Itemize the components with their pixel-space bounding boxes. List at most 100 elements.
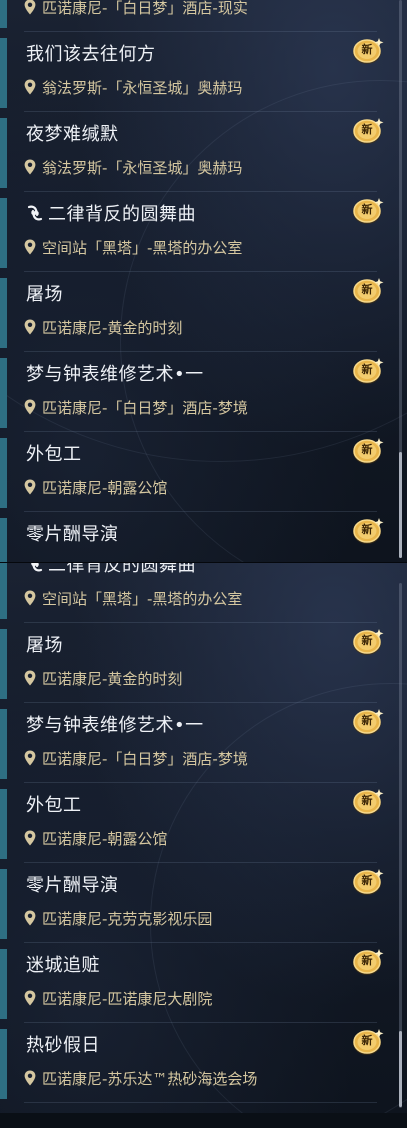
mission-location: 匹诺康尼-朝露公馆 bbox=[24, 479, 167, 497]
mission-row[interactable]: 我们该去往何方翁法罗斯-「永恒圣城」奥赫玛 新 bbox=[0, 32, 407, 112]
mission-list-top: 匹诺康尼-「白日梦」酒店-现实 我们该去往何方 翁法罗斯-「永恒圣城」奥赫玛新夜梦难… bbox=[0, 0, 407, 562]
mission-title: 零片酬导演 bbox=[26, 524, 119, 546]
new-badge-label: 新 bbox=[361, 283, 373, 296]
new-badge-label: 新 bbox=[361, 874, 373, 887]
new-badge-icon: 新 bbox=[350, 1027, 386, 1057]
mission-location: 匹诺康尼-黄金的时刻 bbox=[24, 670, 182, 688]
mission-title-text: 零片酬导演 bbox=[26, 875, 119, 896]
map-pin-icon bbox=[24, 830, 42, 848]
scrollbar-bottom[interactable] bbox=[399, 583, 402, 1108]
mission-location: 匹诺康尼-克劳克影视乐园 bbox=[24, 910, 212, 928]
mission-row[interactable]: 二律背反的圆舞曲空间站「黑塔」-黑塔的办公室 bbox=[0, 563, 407, 623]
mission-title-text: 我们该去往何方 bbox=[26, 44, 156, 65]
new-badge-icon: 新 bbox=[350, 276, 386, 306]
mission-location-text: 匹诺康尼-「白日梦」酒店-现实 bbox=[42, 0, 248, 17]
scrollbar-thumb-bottom[interactable] bbox=[399, 1031, 402, 1107]
row-accent-bar bbox=[0, 0, 7, 28]
new-badge-icon: 新 bbox=[350, 436, 386, 466]
row-accent-bar bbox=[0, 438, 7, 508]
mission-row[interactable]: 屠场匹诺康尼-黄金的时刻 新 bbox=[0, 272, 407, 352]
mission-location: 翁法罗斯-「永恒圣城」奥赫玛 bbox=[24, 79, 242, 97]
new-badge-icon: 新 bbox=[350, 707, 386, 737]
mission-row[interactable]: 热砂假日 匹诺康尼-苏乐达™热砂海选会场 新 bbox=[0, 1023, 407, 1103]
new-badge-icon: 新 bbox=[350, 196, 386, 226]
mission-title: 热砂假日 bbox=[26, 1035, 100, 1057]
map-pin-icon bbox=[24, 399, 42, 417]
row-accent-bar bbox=[0, 518, 7, 562]
mission-row[interactable]: 零片酬导演 新 bbox=[0, 512, 407, 562]
mission-row[interactable]: 屠场匹诺康尼-黄金的时刻 新 bbox=[0, 623, 407, 703]
mission-title-text: 迷城追赃 bbox=[26, 955, 100, 976]
row-accent-bar bbox=[0, 198, 7, 268]
mission-title: 梦与钟表维修艺术•一 bbox=[26, 364, 204, 386]
mission-title-text: 二律背反的圆舞曲 bbox=[48, 204, 196, 225]
mission-row[interactable]: 夜梦难缄默 翁法罗斯-「永恒圣城」奥赫玛 新 bbox=[0, 112, 407, 192]
mission-title: 迷城追赃 bbox=[26, 955, 100, 977]
map-pin-icon bbox=[24, 1070, 42, 1088]
mission-location-text: 匹诺康尼-「白日梦」酒店-梦境 bbox=[42, 750, 248, 768]
row-accent-bar bbox=[0, 358, 7, 428]
new-badge-label: 新 bbox=[361, 203, 373, 216]
mission-title-text: 屠场 bbox=[26, 635, 63, 656]
mission-row[interactable]: 二律背反的圆舞曲 空间站「黑塔」-黑塔的办公室 新 bbox=[0, 192, 407, 272]
map-pin-icon bbox=[24, 159, 42, 177]
mission-list-bottom: 二律背反的圆舞曲 空间站「黑塔」-黑塔的办公室 屠场 匹诺康尼-黄金的时刻新梦与钟表维… bbox=[0, 563, 407, 1103]
bottom-strip bbox=[0, 1113, 407, 1128]
new-badge-icon: 新 bbox=[350, 787, 386, 817]
row-accent-bar bbox=[0, 563, 7, 619]
row-accent-bar bbox=[0, 38, 7, 108]
mission-location: 匹诺康尼-朝露公馆 bbox=[24, 830, 167, 848]
mission-title-text: 屠场 bbox=[26, 284, 63, 305]
mission-location-text: 匹诺康尼-匹诺康尼大剧院 bbox=[42, 990, 213, 1008]
mission-title: 我们该去往何方 bbox=[26, 44, 156, 66]
mission-title: 屠场 bbox=[26, 284, 63, 306]
new-badge-label: 新 bbox=[361, 43, 373, 56]
map-pin-icon bbox=[24, 910, 42, 928]
new-badge-label: 新 bbox=[361, 123, 373, 136]
mission-row[interactable]: 迷城追赃匹诺康尼-匹诺康尼大剧院 新 bbox=[0, 943, 407, 1023]
mission-title: 外包工 bbox=[26, 444, 82, 466]
mission-location: 空间站「黑塔」-黑塔的办公室 bbox=[24, 590, 242, 608]
map-pin-icon bbox=[24, 670, 42, 688]
mission-location-text: 匹诺康尼-黄金的时刻 bbox=[42, 319, 183, 337]
mission-location: 匹诺康尼-「白日梦」酒店-现实 bbox=[24, 0, 248, 17]
scrollbar-thumb-top[interactable] bbox=[399, 452, 402, 558]
mission-location-text: 匹诺康尼-朝露公馆 bbox=[42, 830, 168, 848]
mission-row[interactable]: 梦与钟表维修艺术•一匹诺康尼-「白日梦」酒店-梦境 新 bbox=[0, 352, 407, 432]
mission-title-text: 零片酬导演 bbox=[26, 524, 119, 545]
row-accent-bar bbox=[0, 118, 7, 188]
mission-location-text: 匹诺康尼-黄金的时刻 bbox=[42, 670, 183, 688]
mission-title: 零片酬导演 bbox=[26, 875, 119, 897]
mission-row[interactable]: 匹诺康尼-「白日梦」酒店-现实 bbox=[0, 0, 407, 32]
mission-row[interactable]: 外包工匹诺康尼-朝露公馆 新 bbox=[0, 783, 407, 863]
new-badge-label: 新 bbox=[361, 954, 373, 967]
mission-title-text: 二律背反的圆舞曲 bbox=[48, 563, 196, 576]
mission-title-text: 梦与钟表维修艺术•一 bbox=[26, 364, 204, 385]
row-accent-bar bbox=[0, 278, 7, 348]
new-badge-icon: 新 bbox=[350, 867, 386, 897]
mission-row[interactable]: 梦与钟表维修艺术•一 匹诺康尼-「白日梦」酒店-梦境 新 bbox=[0, 703, 407, 783]
mission-list-panel-bottom: 二律背反的圆舞曲 空间站「黑塔」-黑塔的办公室 屠场 匹诺康尼-黄金的时刻新梦与钟表维… bbox=[0, 563, 407, 1113]
map-pin-icon bbox=[24, 319, 42, 337]
mission-location-text: 翁法罗斯-「永恒圣城」奥赫玛 bbox=[42, 159, 243, 177]
mission-location-text: 空间站「黑塔」-黑塔的办公室 bbox=[42, 590, 243, 608]
mission-location-text: 匹诺康尼-「白日梦」酒店-梦境 bbox=[42, 399, 248, 417]
mission-location: 匹诺康尼-匹诺康尼大剧院 bbox=[24, 990, 212, 1008]
new-badge-label: 新 bbox=[361, 714, 373, 727]
new-badge-icon: 新 bbox=[350, 356, 386, 386]
mission-title: 外包工 bbox=[26, 795, 82, 817]
new-badge-label: 新 bbox=[361, 523, 373, 536]
new-badge-label: 新 bbox=[361, 794, 373, 807]
map-pin-icon bbox=[24, 0, 42, 17]
row-separator bbox=[24, 1102, 377, 1103]
mission-row[interactable]: 外包工匹诺康尼-朝露公馆 新 bbox=[0, 432, 407, 512]
dream-icon bbox=[26, 563, 48, 576]
dream-icon bbox=[26, 204, 48, 225]
new-badge-label: 新 bbox=[361, 363, 373, 376]
new-badge-icon: 新 bbox=[350, 627, 386, 657]
mission-row[interactable]: 零片酬导演匹诺康尼-克劳克影视乐园 新 bbox=[0, 863, 407, 943]
mission-location: 匹诺康尼-「白日梦」酒店-梦境 bbox=[24, 750, 248, 768]
mission-location-text: 匹诺康尼-克劳克影视乐园 bbox=[42, 910, 213, 928]
map-pin-icon bbox=[24, 590, 42, 608]
mission-location-text: 翁法罗斯-「永恒圣城」奥赫玛 bbox=[42, 79, 243, 97]
